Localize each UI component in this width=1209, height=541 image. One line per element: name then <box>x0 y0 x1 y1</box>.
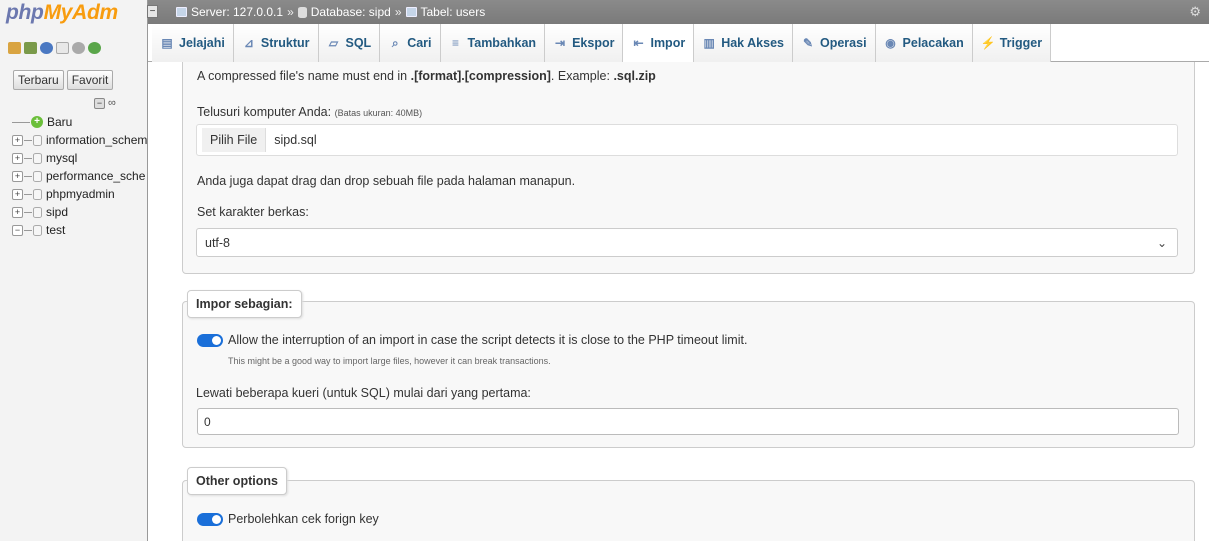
home-icon[interactable] <box>8 42 21 54</box>
phpmyadmin-logo[interactable]: phpMyAdm <box>6 1 118 25</box>
reload-icon[interactable] <box>88 42 101 54</box>
compressed-file-note: A compressed file's name must end in .[f… <box>197 69 656 83</box>
tab-tracking[interactable]: ◉ Pelacakan <box>875 24 973 62</box>
main-tabs: ▤ Jelajahi ⊿ Struktur ▱ SQL ⌕ Cari ≡ Tambahka… <box>148 24 1209 62</box>
tab-import[interactable]: ⇤ Impor <box>623 24 695 62</box>
link-icon[interactable]: ∞ <box>108 97 116 109</box>
file-name: sipd.sql <box>274 133 317 147</box>
foreign-key-check-label[interactable]: Perbolehkan cek forign key <box>228 512 379 526</box>
database-icon <box>33 206 42 218</box>
search-icon: ⌕ <box>391 35 399 50</box>
operations-icon: ✎ <box>802 36 814 50</box>
database-icon <box>33 134 42 146</box>
foreign-key-check-toggle[interactable] <box>197 513 223 526</box>
skip-queries-input[interactable]: 0 <box>197 408 1179 435</box>
other-options-section <box>182 480 1195 541</box>
browse-label: Telusuri komputer Anda: (Batas ukuran: 4… <box>197 105 423 119</box>
other-options-legend: Other options <box>187 467 287 495</box>
tree-item-new[interactable]: + Baru <box>12 113 147 131</box>
choose-file-button[interactable]: Pilih File <box>202 128 267 152</box>
help-icon[interactable] <box>40 42 53 54</box>
recent-tab[interactable]: Terbaru <box>13 70 64 90</box>
chevron-down-icon: ⌄ <box>1156 236 1167 250</box>
partial-import-legend: Impor sebagian: <box>187 290 302 318</box>
favorites-tab[interactable]: Favorit <box>66 70 114 90</box>
breadcrumb-database[interactable]: Database: sipd <box>311 5 391 19</box>
tab-browse[interactable]: ▤ Jelajahi <box>152 24 234 62</box>
breadcrumb-table[interactable]: Tabel: users <box>421 5 486 19</box>
charset-select[interactable]: utf-8 ⌄ <box>196 228 1178 257</box>
allow-interrupt-note: This might be a good way to import large… <box>228 356 551 366</box>
breadcrumb-server[interactable]: Server: 127.0.0.1 <box>191 5 283 19</box>
tree-item-database[interactable]: + information_schem <box>12 131 147 149</box>
tab-operations[interactable]: ✎ Operasi <box>792 24 876 62</box>
tab-export[interactable]: ⇥ Ekspor <box>545 24 624 62</box>
top-breadcrumb-bar: − Server: 127.0.0.1 » Database: sipd » T… <box>147 0 1209 24</box>
expand-icon[interactable]: + <box>12 188 23 200</box>
breadcrumb: Server: 127.0.0.1 » Database: sipd » Tab… <box>176 5 485 19</box>
tree-item-database[interactable]: + performance_sche <box>12 167 147 185</box>
tree-item-database[interactable]: − test <box>12 221 147 239</box>
allow-interrupt-label[interactable]: Allow the interruption of an import in c… <box>228 333 747 347</box>
expand-icon[interactable]: + <box>12 170 23 182</box>
collapse-sidebar-icon[interactable]: − <box>147 5 158 18</box>
browse-icon: ▤ <box>161 36 173 50</box>
tree-item-database[interactable]: + phpmyadmin <box>12 185 147 203</box>
tree-item-database[interactable]: + sipd <box>12 203 147 221</box>
tab-search[interactable]: ⌕ Cari <box>380 24 441 62</box>
skip-queries-label: Lewati beberapa kueri (untuk SQL) mulai … <box>196 386 531 400</box>
tab-insert[interactable]: ≡ Tambahkan <box>440 24 546 62</box>
sql-icon: ▱ <box>328 36 339 50</box>
database-tree: + Baru + information_schem + mysql + per… <box>12 113 147 239</box>
tab-privileges[interactable]: ▥ Hak Akses <box>694 24 793 62</box>
tracking-icon: ◉ <box>885 36 896 50</box>
database-icon <box>33 224 42 236</box>
import-icon: ⇤ <box>633 36 644 50</box>
logout-icon[interactable] <box>24 42 37 54</box>
server-icon <box>176 7 187 17</box>
expand-icon[interactable]: + <box>12 152 23 164</box>
database-icon <box>33 152 42 164</box>
database-icon <box>33 188 42 200</box>
collapse-all-icon[interactable]: − <box>94 97 105 109</box>
drag-drop-note: Anda juga dapat drag dan drop sebuah fil… <box>197 174 576 188</box>
database-icon <box>297 6 307 18</box>
tab-structure[interactable]: ⊿ Struktur <box>233 24 319 62</box>
trigger-icon: ⚡ <box>980 36 996 50</box>
table-icon <box>405 7 417 17</box>
insert-icon: ≡ <box>452 36 460 50</box>
expand-icon[interactable]: + <box>12 206 23 218</box>
collapse-icon[interactable]: − <box>12 224 23 236</box>
allow-interrupt-toggle[interactable] <box>197 334 223 347</box>
sidebar-quick-icons <box>8 42 101 54</box>
import-page: A compressed file's name must end in .[f… <box>148 62 1209 541</box>
tree-item-database[interactable]: + mysql <box>12 149 147 167</box>
export-icon: ⇥ <box>555 36 566 50</box>
tab-trigger[interactable]: ⚡ Trigger <box>972 24 1052 62</box>
expand-icon[interactable]: + <box>12 134 23 146</box>
tab-sql[interactable]: ▱ SQL <box>318 24 381 62</box>
navigation-sidebar: phpMyAdm Terbaru Favorit − ∞ + Baru + in… <box>0 0 148 541</box>
charset-label: Set karakter berkas: <box>197 205 309 219</box>
sidebar-tabs: Terbaru Favorit <box>13 70 114 90</box>
settings-icon[interactable] <box>72 42 85 54</box>
documentation-icon[interactable] <box>56 42 69 54</box>
gear-icon[interactable]: ⚙ <box>1189 4 1201 20</box>
database-icon <box>33 170 42 182</box>
tree-controls: − ∞ <box>94 97 116 109</box>
privileges-icon: ▥ <box>703 36 715 50</box>
new-database-icon: + <box>31 116 43 128</box>
structure-icon: ⊿ <box>243 36 254 50</box>
file-input[interactable]: Pilih File sipd.sql <box>196 124 1178 156</box>
